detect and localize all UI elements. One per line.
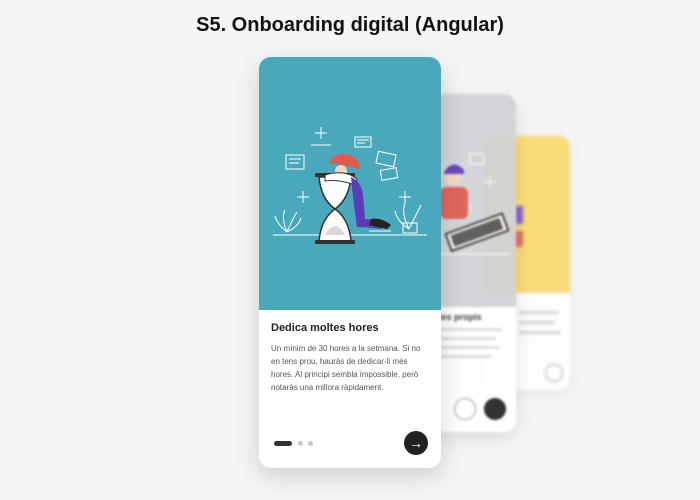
pagination-dots: [274, 441, 318, 446]
prev-button: [454, 398, 476, 420]
pagination-dot-active[interactable]: [274, 441, 292, 446]
circle-button: [545, 364, 563, 382]
card-2-body-placeholder: [436, 328, 506, 358]
pagination-dot[interactable]: [308, 441, 313, 446]
pagination-dot[interactable]: [298, 441, 303, 446]
card-2-title: ltes propis: [436, 312, 482, 322]
text-line: [519, 331, 561, 334]
arrow-right-icon: →: [409, 435, 423, 451]
next-button: [484, 398, 506, 420]
hourglass-person-illustration: [273, 127, 427, 244]
text-line: [519, 321, 555, 324]
onboarding-card-1: Dedica moltes hores Un mínim de 30 hores…: [259, 57, 441, 468]
card-title: Dedica moltes hores: [271, 322, 379, 334]
page-title: S5. Onboarding digital (Angular): [196, 14, 504, 36]
card-1-illustration: [259, 57, 441, 310]
next-button[interactable]: →: [404, 431, 428, 455]
text-line: [519, 311, 559, 314]
card-description: Un mínim de 30 hores a la setmana. Si no…: [271, 344, 421, 392]
